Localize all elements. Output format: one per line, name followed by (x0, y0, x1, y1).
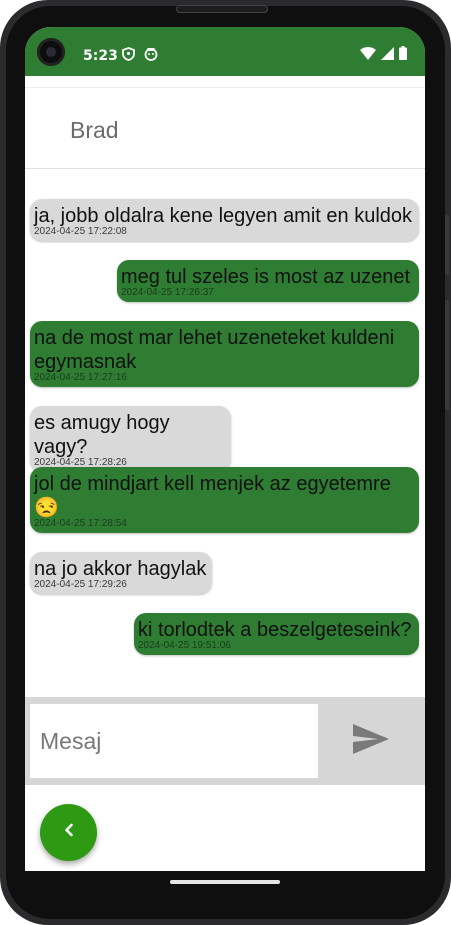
contact-name: Brad (70, 117, 119, 143)
bottom-area (25, 785, 425, 871)
message-composer (25, 697, 425, 785)
message-text: es amugy hogy vagy? (34, 412, 170, 458)
message-text: na de most mar lehet uzeneteket kuldeni … (34, 327, 395, 373)
home-gesture-bar[interactable] (170, 880, 280, 884)
message-bubble-incoming[interactable]: na jo akkor hagylak 2024-04-25 17:29:26 (30, 552, 212, 594)
message-input[interactable] (30, 704, 318, 778)
wifi-icon (360, 46, 376, 65)
back-fab-button[interactable] (40, 804, 97, 861)
message-list[interactable]: ja, jobb oldalra kene legyen amit en kul… (25, 169, 425, 697)
message-text: ki torlodtek a beszelgeteseink? (138, 619, 412, 641)
message-timestamp: 2024-04-25 17:28:54 (34, 518, 127, 529)
battery-icon (399, 46, 407, 65)
status-right-icons (360, 46, 407, 65)
system-nav-bar (25, 871, 425, 897)
volume-button (445, 300, 449, 410)
message-text: meg tul szeles is most az uzenet (121, 266, 411, 288)
shield-icon (122, 47, 135, 66)
message-text: jol de mindjart kell menjek az egyetemre… (34, 473, 391, 519)
power-button (445, 215, 449, 275)
message-bubble-incoming[interactable]: ja, jobb oldalra kene legyen amit en kul… (30, 199, 419, 241)
robot-icon (144, 47, 158, 66)
send-icon (352, 723, 390, 760)
message-bubble-outgoing[interactable]: na de most mar lehet uzeneteket kuldeni … (30, 321, 419, 387)
message-bubble-outgoing[interactable]: jol de mindjart kell menjek az egyetemre… (30, 467, 419, 533)
status-time: 5:23 (83, 48, 118, 64)
message-text: na jo akkor hagylak (34, 558, 207, 580)
signal-icon (381, 46, 394, 65)
chevron-left-icon (62, 822, 76, 843)
message-bubble-outgoing[interactable]: meg tul szeles is most az uzenet 2024-04… (117, 260, 419, 302)
status-bar: 5:23 (25, 27, 425, 76)
message-bubble-incoming[interactable]: es amugy hogy vagy? 2024-04-25 17:28:26 (30, 406, 231, 472)
earpiece-speaker (176, 5, 268, 13)
phone-frame: 5:23 Brad ja, jobb oldalra kene legyen a… (0, 0, 451, 925)
message-text: ja, jobb oldalra kene legyen amit en kul… (34, 205, 413, 227)
message-timestamp: 2024-04-25 17:27:16 (34, 372, 127, 383)
message-bubble-outgoing[interactable]: ki torlodtek a beszelgeteseink? 2024-04-… (134, 613, 419, 655)
app-screen: 5:23 Brad ja, jobb oldalra kene legyen a… (25, 27, 425, 871)
front-camera (37, 38, 65, 66)
chat-header: Brad (25, 87, 425, 169)
send-button[interactable] (345, 721, 397, 761)
